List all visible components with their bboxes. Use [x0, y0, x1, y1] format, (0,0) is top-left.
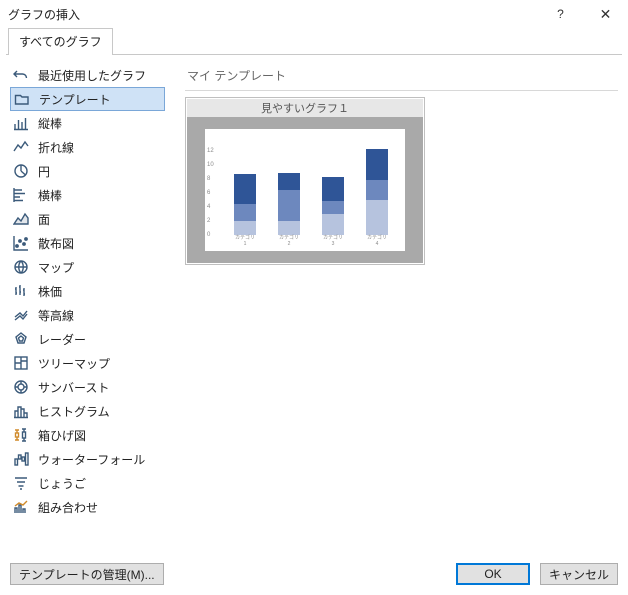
- sidebar-item-label: じょうご: [38, 475, 86, 492]
- chart-type-icon: [12, 162, 30, 180]
- sidebar-item-label: 折れ線: [38, 139, 74, 156]
- tab-all-charts[interactable]: すべてのグラフ: [8, 28, 113, 55]
- sidebar-item-label: ツリーマップ: [38, 355, 110, 372]
- sidebar-item-label: テンプレート: [39, 91, 111, 108]
- chart-bar: [322, 177, 344, 235]
- chart-bar: [234, 174, 256, 235]
- sidebar-item-14[interactable]: ヒストグラム: [10, 399, 165, 423]
- sidebar-item-label: 横棒: [38, 187, 62, 204]
- sidebar-item-13[interactable]: サンバースト: [10, 375, 165, 399]
- manage-templates-button[interactable]: テンプレートの管理(M)...: [10, 563, 164, 585]
- section-header-my-templates: マイ テンプレート: [185, 63, 618, 91]
- chart-type-icon: [12, 282, 30, 300]
- chart-ytick: 0: [207, 232, 210, 238]
- chart-type-icon: [12, 210, 30, 228]
- template-thumbnail-preview: 0 2 4 6 8 10 12 カテゴリ 1 カテゴリ 2 カテゴリ 3 カテゴリ 4: [187, 117, 423, 263]
- chart-ytick: 10: [207, 162, 214, 168]
- sidebar-item-label: 株価: [38, 283, 62, 300]
- chart-type-icon: [12, 498, 30, 516]
- chart-type-sidebar: 最近使用したグラフテンプレート縦棒折れ線円横棒面散布図マップ株価等高線レーダーツ…: [10, 63, 165, 549]
- sidebar-item-12[interactable]: ツリーマップ: [10, 351, 165, 375]
- ok-button[interactable]: OK: [456, 563, 530, 585]
- chart-ytick: 8: [207, 176, 210, 182]
- chart-ytick: 2: [207, 218, 210, 224]
- chart-ytick: 4: [207, 204, 210, 210]
- chart-bar: [366, 149, 388, 235]
- chart-type-icon: [12, 66, 30, 84]
- chart-type-icon: [12, 450, 30, 468]
- sidebar-item-18[interactable]: 組み合わせ: [10, 495, 165, 519]
- template-thumbnail-title: 見やすいグラフ１: [187, 99, 423, 117]
- sidebar-item-3[interactable]: 折れ線: [10, 135, 165, 159]
- sidebar-item-8[interactable]: マップ: [10, 255, 165, 279]
- chart-type-icon: [12, 474, 30, 492]
- sidebar-item-label: サンバースト: [38, 379, 109, 396]
- sidebar-item-label: 散布図: [38, 235, 74, 252]
- sidebar-item-11[interactable]: レーダー: [10, 327, 165, 351]
- sidebar-item-label: 組み合わせ: [38, 499, 98, 516]
- chart-category-label: カテゴリ 3: [322, 234, 344, 247]
- sidebar-item-9[interactable]: 株価: [10, 279, 165, 303]
- sidebar-item-0[interactable]: 最近使用したグラフ: [10, 63, 165, 87]
- sidebar-item-label: 面: [38, 211, 50, 228]
- chart-ytick: 6: [207, 190, 210, 196]
- sidebar-item-1[interactable]: テンプレート: [10, 87, 165, 111]
- sidebar-item-15[interactable]: 箱ひげ図: [10, 423, 165, 447]
- chart-type-icon: [12, 258, 30, 276]
- sidebar-item-label: 箱ひげ図: [38, 427, 86, 444]
- sidebar-item-4[interactable]: 円: [10, 159, 165, 183]
- chart-category-label: カテゴリ 4: [366, 234, 388, 247]
- sidebar-item-10[interactable]: 等高線: [10, 303, 165, 327]
- chart-type-icon: [12, 426, 30, 444]
- sidebar-item-6[interactable]: 面: [10, 207, 165, 231]
- help-button[interactable]: ?: [538, 0, 583, 28]
- dialog-title: グラフの挿入: [8, 6, 538, 23]
- sidebar-item-17[interactable]: じょうご: [10, 471, 165, 495]
- template-thumbnail[interactable]: 見やすいグラフ１ 0 2 4 6 8 10 12 カテゴリ 1 カテゴリ 2 カテゴリ 3 カテゴリ…: [185, 97, 425, 265]
- chart-type-icon: [12, 186, 30, 204]
- chart-type-icon: [12, 306, 30, 324]
- chart-type-icon: [12, 330, 30, 348]
- sidebar-item-5[interactable]: 横棒: [10, 183, 165, 207]
- sidebar-item-label: 縦棒: [38, 115, 62, 132]
- sidebar-item-label: マップ: [38, 259, 74, 276]
- sidebar-item-label: レーダー: [38, 331, 86, 348]
- chart-type-icon: [12, 402, 30, 420]
- sidebar-item-16[interactable]: ウォーターフォール: [10, 447, 165, 471]
- chart-bar: [278, 173, 300, 235]
- sidebar-item-label: 最近使用したグラフ: [38, 67, 146, 84]
- chart-category-label: カテゴリ 2: [278, 234, 300, 247]
- chart-type-icon: [12, 354, 30, 372]
- chart-category-label: カテゴリ 1: [234, 234, 256, 247]
- chart-type-icon: [12, 138, 30, 156]
- close-button[interactable]: ✕: [583, 0, 628, 28]
- sidebar-item-label: 円: [38, 163, 50, 180]
- chart-type-icon: [13, 90, 31, 108]
- sidebar-item-label: 等高線: [38, 307, 74, 324]
- chart-ytick: 12: [207, 148, 214, 154]
- sidebar-item-label: ヒストグラム: [38, 403, 110, 420]
- chart-type-icon: [12, 114, 30, 132]
- chart-type-icon: [12, 234, 30, 252]
- cancel-button[interactable]: キャンセル: [540, 563, 618, 585]
- chart-type-icon: [12, 378, 30, 396]
- sidebar-item-7[interactable]: 散布図: [10, 231, 165, 255]
- sidebar-item-label: ウォーターフォール: [38, 451, 145, 468]
- sidebar-item-2[interactable]: 縦棒: [10, 111, 165, 135]
